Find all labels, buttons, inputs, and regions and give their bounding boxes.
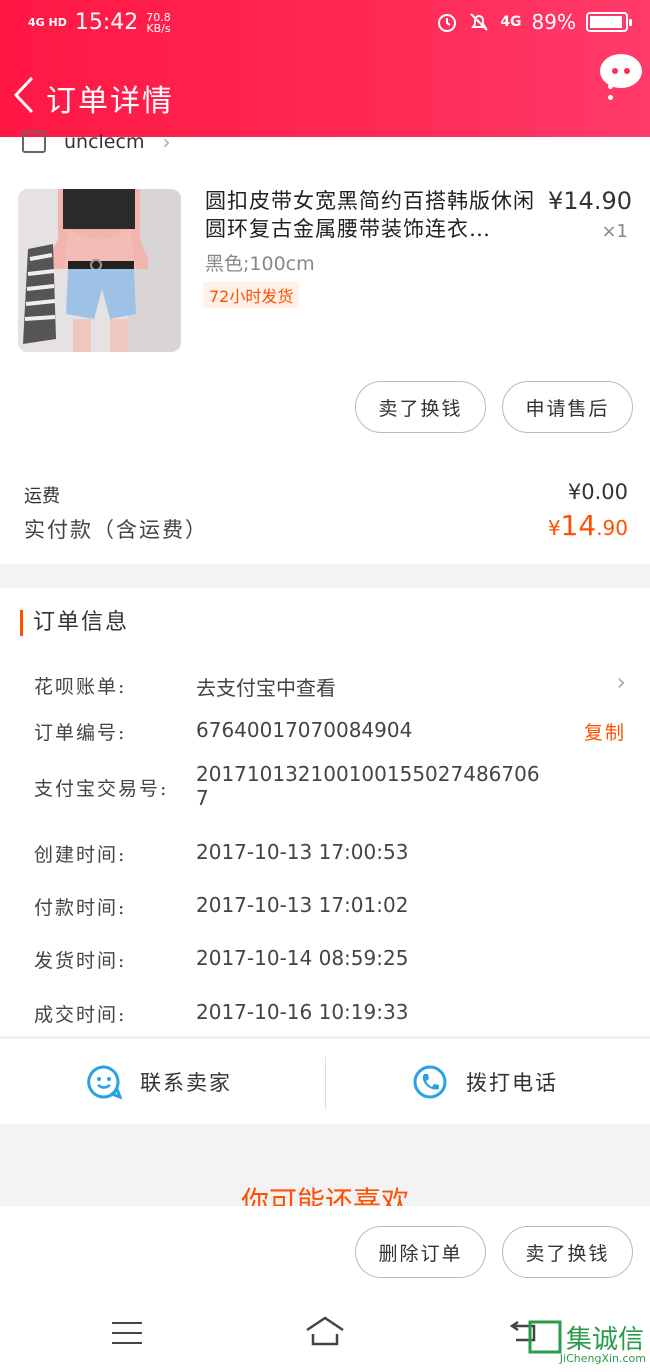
speed-unit: KB/s: [146, 21, 171, 35]
order-number-value: 67640017070084904: [196, 718, 413, 742]
info-label: 花呗账单:: [34, 676, 127, 698]
copy-button[interactable]: 复制: [584, 718, 626, 745]
info-value: 去支付宝中查看: [196, 676, 336, 700]
alipay-trade-value: 2017101321001001550274867067: [196, 762, 540, 810]
recommend-label: 你可能还喜欢: [240, 1185, 409, 1206]
chevron-right-icon: ›: [162, 130, 171, 154]
shop-row[interactable]: unclecm ›: [22, 127, 170, 157]
info-label: 订单编号:: [34, 722, 127, 744]
lte-indicator: 4G: [500, 14, 522, 30]
chevron-right-icon: ›: [616, 668, 626, 696]
info-label: 发货时间:: [34, 950, 127, 972]
more-dots-icon: [608, 84, 614, 114]
paid-label: 实付款（含运费）: [24, 518, 208, 542]
status-time: 15:42: [74, 10, 139, 35]
freight-label: 运费: [24, 486, 60, 507]
paid-currency: ¥: [547, 516, 561, 540]
page-title: 订单详情: [46, 84, 174, 119]
back-button[interactable]: [8, 72, 42, 118]
product-price: ¥14.90: [548, 187, 632, 215]
divider: [325, 1057, 326, 1109]
order-info-title: 订单信息: [20, 610, 129, 636]
delete-order-button[interactable]: 删除订单: [355, 1226, 486, 1278]
status-bar: 4G HD 15:42 70.8 KB/s 4G 89%: [0, 8, 650, 40]
shop-name: unclecm: [64, 131, 145, 153]
more-button[interactable]: [596, 54, 642, 114]
call-label: 拨打电话: [466, 1071, 558, 1095]
info-label: 创建时间:: [34, 844, 127, 866]
speed-value: 70.8: [146, 10, 171, 24]
sell-button-bottom[interactable]: 卖了换钱: [502, 1226, 633, 1278]
battery-icon: [586, 12, 632, 32]
phone-icon: [413, 1065, 447, 1099]
paid-amount: ¥14.90: [548, 509, 628, 542]
home-icon[interactable]: [305, 1316, 345, 1346]
info-label: 付款时间:: [34, 897, 127, 919]
bottom-action-bar: 删除订单 卖了换钱: [0, 1206, 650, 1296]
contact-seller-label: 联系卖家: [140, 1071, 232, 1095]
shipping-tag: 72小时发货: [203, 282, 300, 308]
product-title[interactable]: 圆扣皮带女宽黑简约百搭韩版休闲圆环复古金属腰带装饰连衣…: [205, 187, 535, 243]
battery-percent: 89%: [531, 10, 576, 34]
network-speed: 70.8 KB/s: [146, 12, 171, 34]
order-product-section: unclecm › 圆扣皮带女宽黑简约百搭韩版休闲圆环复古金属腰带装饰连衣… ¥…: [0, 130, 650, 564]
watermark-text: 集诚信: [566, 1325, 644, 1355]
contact-seller-button[interactable]: 联系卖家: [86, 1039, 232, 1125]
chat-smile-icon: [87, 1065, 122, 1100]
alarm-icon: [438, 14, 457, 32]
freight-value: ¥0.00: [567, 480, 628, 504]
contact-bar: 联系卖家 拨打电话: [0, 1038, 650, 1124]
mute-bell-icon: [470, 13, 489, 31]
after-sale-button[interactable]: 申请售后: [502, 381, 633, 433]
created-time-value: 2017-10-13 17:00:53: [196, 840, 409, 864]
info-label: 成交时间:: [34, 1004, 127, 1026]
paid-integer: 14: [560, 509, 597, 542]
watermark-icon: 集诚信: [528, 1320, 644, 1355]
product-photo: [18, 189, 181, 352]
network-indicator: 4G HD: [28, 16, 67, 29]
recommend-title: 你可能还喜欢: [0, 1180, 650, 1206]
paid-decimal: .90: [596, 516, 628, 540]
nav-bar: 订单详情: [0, 54, 650, 126]
chevron-left-icon: [13, 76, 34, 114]
menu-icon[interactable]: [112, 1322, 142, 1344]
completed-time-value: 2017-10-16 10:19:33: [196, 1000, 409, 1024]
shop-icon: [22, 131, 46, 153]
app-header: 4G HD 15:42 70.8 KB/s 4G 89% 订单详情: [0, 0, 650, 137]
watermark-url: JiChengXin.com: [559, 1352, 646, 1365]
product-image[interactable]: [18, 189, 181, 352]
sell-button[interactable]: 卖了换钱: [355, 381, 486, 433]
order-info-section: 订单信息 花呗账单: 去支付宝中查看 › 订单编号: 6764001707008…: [0, 588, 650, 1036]
paid-time-value: 2017-10-13 17:01:02: [196, 893, 409, 917]
message-icon: [600, 54, 642, 88]
product-quantity: ×1: [601, 221, 628, 242]
call-button[interactable]: 拨打电话: [412, 1039, 558, 1125]
shipped-time-value: 2017-10-14 08:59:25: [196, 946, 409, 970]
product-sku: 黑色;100cm: [205, 253, 315, 275]
info-label: 支付宝交易号:: [34, 778, 169, 800]
